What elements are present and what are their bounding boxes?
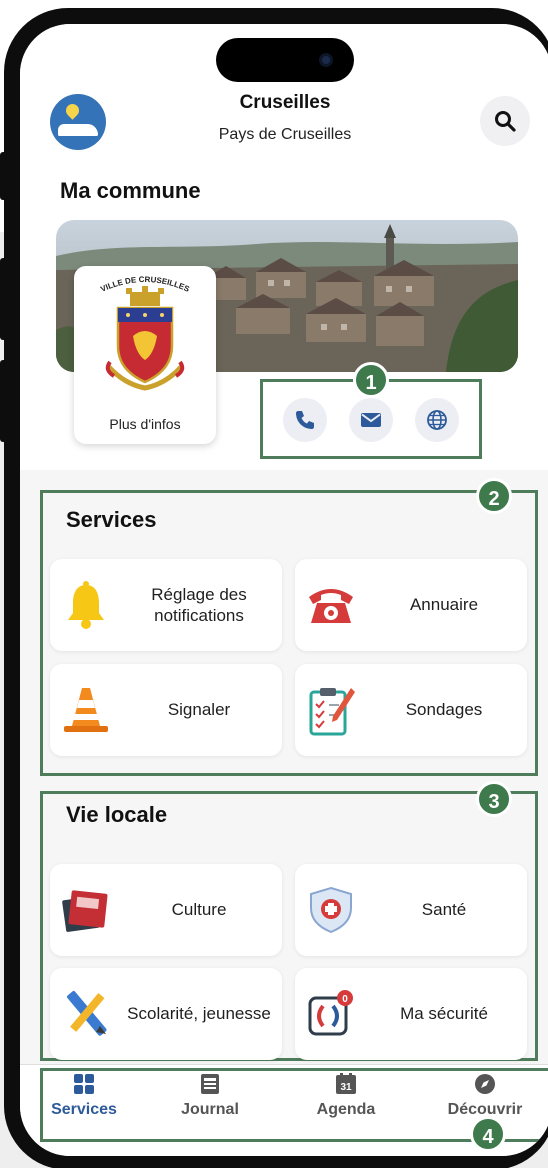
service-signaler[interactable]: Signaler [50,664,282,756]
bell-icon [68,581,104,629]
health-shield-icon [310,886,352,934]
vie-locale-sante[interactable]: Santé [295,864,527,956]
books-icon [62,890,108,932]
section-heading-commune: Ma commune [60,178,201,203]
card-label: Scolarité, jeunesse [127,1004,271,1024]
security-phone-icon: 0 [308,990,353,1036]
card-label: Culture [171,900,227,920]
services-heading: Services [66,507,157,532]
vie-locale-culture[interactable]: Culture [50,864,282,956]
clipboard-icon [309,688,355,736]
card-label: Santé [421,900,467,920]
search-button[interactable] [480,96,530,146]
app-subtitle: Pays de Cruseilles [218,126,352,143]
vie-locale-securite[interactable]: 0 Ma sécurité [295,968,527,1060]
app-title: Cruseilles [239,92,331,113]
annotation-badge-3: 3 [476,781,512,817]
traffic-cone-icon [64,688,108,732]
vie-locale-heading: Vie locale [66,802,168,827]
service-sondages[interactable]: Sondages [295,664,527,756]
card-label: Ma sécurité [400,1004,488,1024]
call-button[interactable] [283,398,327,442]
annotation-badge-2: 2 [476,478,512,514]
pencil-ruler-icon [67,991,107,1036]
search-icon [495,111,516,132]
more-info-label: Plus d'infos [109,416,181,432]
camera-icon [319,53,333,67]
mail-icon [361,413,381,427]
card-label: Signaler [167,700,231,720]
globe-icon [427,410,447,430]
notification-count: 0 [342,994,348,1005]
telephone-icon [309,589,353,623]
annotation-badge-4: 4 [470,1116,506,1152]
vie-locale-scolarite[interactable]: Scolarité, jeunesse [50,968,282,1060]
email-button[interactable] [349,398,393,442]
location-pin-icon [63,101,82,120]
section-divider [20,470,548,488]
card-label: Réglage des notifications [151,584,247,625]
phone-screen: Cruseilles Pays de Cruseilles Ma commune [20,24,548,1156]
service-notifications[interactable]: Réglage des notifications [50,559,282,651]
phone-icon [296,411,314,429]
service-annuaire[interactable]: Annuaire [295,559,527,651]
website-button[interactable] [415,398,459,442]
annotation-badge-1: 1 [353,362,389,398]
dynamic-island [216,38,354,82]
card-label: Sondages [405,700,483,720]
town-crest-logo: VILLE DE CRUSEILLES [99,275,191,391]
more-info-card[interactable]: VILLE DE CRUSEILLES Plus d'infos [74,266,216,444]
app-logo[interactable] [50,94,106,150]
card-label: Annuaire [409,595,479,615]
